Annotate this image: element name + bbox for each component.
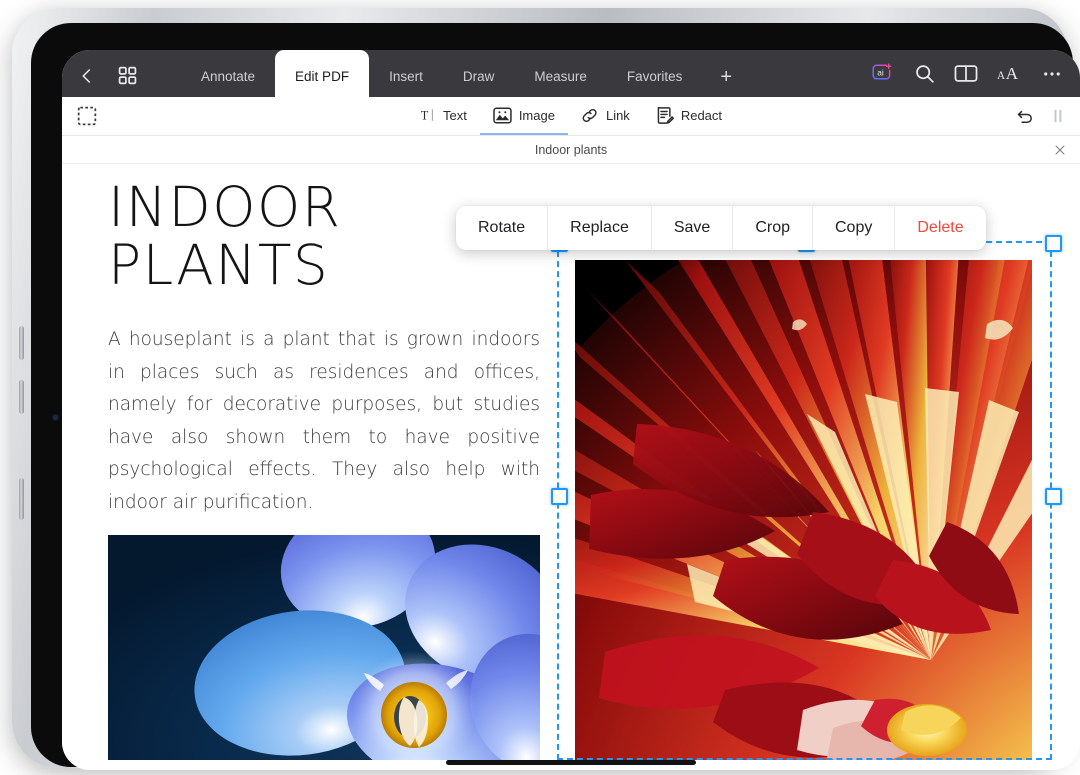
edit-toolbar-right [1016, 108, 1080, 125]
resize-handle-middle-left[interactable] [551, 488, 568, 505]
marquee-select-icon[interactable] [77, 106, 97, 126]
link-tool-icon [582, 108, 597, 122]
tool-label: Link [605, 107, 630, 123]
undo-button[interactable] [1016, 108, 1035, 125]
redo-icon [1054, 109, 1062, 123]
back-button[interactable] [78, 67, 96, 85]
tool-label: Redact [680, 107, 723, 123]
tab-label: Favorites [626, 69, 683, 84]
menu-label: Replace [570, 219, 629, 236]
document-title-bar: Indoor plants [62, 136, 1080, 164]
volume-up-button[interactable] [19, 326, 24, 360]
reading-mode-icon [954, 65, 978, 82]
resize-handle-middle-right[interactable] [1045, 488, 1062, 505]
context-menu-rotate[interactable]: Rotate [456, 206, 549, 250]
tab-label: Edit PDF [295, 69, 350, 84]
top-tab-bar: Annotate Edit PDF Insert Draw Measure Fa… [62, 50, 1080, 97]
red-dahlia-artwork [575, 260, 1032, 760]
edit-toolbar: T Text Image Link Redact [62, 97, 1080, 136]
pdf-page-canvas[interactable]: INDOOR PLANTS A houseplant is a plant th… [62, 164, 1080, 770]
tool-image[interactable]: Image [479, 97, 568, 135]
tool-link[interactable]: Link [568, 97, 643, 135]
redo-button[interactable] [1053, 108, 1064, 124]
tool-label: Text [442, 107, 467, 123]
add-tab-button[interactable]: + [702, 50, 750, 97]
svg-text:ai: ai [877, 67, 884, 77]
menu-label: Delete [917, 219, 964, 236]
blue-flower-image[interactable] [108, 535, 540, 760]
image-tool-icon [493, 106, 512, 124]
tab-measure[interactable]: Measure [514, 50, 607, 97]
tool-text[interactable]: T Text [407, 97, 480, 135]
undo-icon [1017, 110, 1032, 123]
ai-assistant-icon: ai [872, 63, 892, 80]
tabbar-actions: ai A A [870, 62, 1080, 97]
svg-text:T: T [421, 108, 429, 122]
red-dahlia-image[interactable] [575, 260, 1032, 760]
chevron-left-icon [82, 68, 91, 83]
tab-label: Annotate [201, 69, 256, 84]
tab-favorites[interactable]: Favorites [607, 50, 703, 97]
ipad-device-frame: Annotate Edit PDF Insert Draw Measure Fa… [12, 8, 1080, 770]
tool-redact[interactable]: Redact [643, 97, 735, 135]
power-button[interactable] [19, 478, 24, 520]
menu-label: Crop [755, 219, 790, 236]
close-icon[interactable] [1054, 144, 1066, 156]
more-options-icon [1044, 71, 1060, 76]
context-menu-delete[interactable]: Delete [895, 206, 985, 250]
front-camera-icon [53, 415, 58, 420]
search-icon [916, 65, 934, 83]
menu-label: Rotate [478, 219, 526, 236]
home-indicator[interactable] [446, 760, 696, 765]
blue-flower-artwork [108, 535, 540, 760]
tab-label: Insert [389, 69, 423, 84]
image-context-menu: Rotate Replace Save Crop Copy Delete [456, 206, 986, 250]
more-options-button[interactable] [1042, 64, 1062, 84]
tab-draw[interactable]: Draw [443, 50, 515, 97]
red-dahlia-image-content [575, 260, 1032, 760]
tab-edit-pdf[interactable]: Edit PDF [275, 50, 370, 97]
tab-label: Measure [534, 69, 587, 84]
svg-text:A: A [997, 70, 1006, 82]
tab-list: Annotate Edit PDF Insert Draw Measure Fa… [181, 50, 750, 97]
page-body-text: A houseplant is a plant that is grown in… [108, 329, 540, 513]
tool-label: Image [518, 107, 555, 123]
tab-annotate[interactable]: Annotate [181, 50, 275, 97]
reading-mode-button[interactable] [954, 63, 978, 84]
text-tool-icon: T [421, 108, 433, 122]
add-tab-label: + [720, 66, 733, 88]
text-size-button[interactable]: A A [997, 64, 1023, 84]
svg-text:A: A [1006, 64, 1019, 83]
menu-label: Copy [835, 219, 873, 236]
tab-insert[interactable]: Insert [369, 50, 443, 97]
context-menu-save[interactable]: Save [652, 206, 734, 250]
device-bezel: Annotate Edit PDF Insert Draw Measure Fa… [31, 23, 1080, 770]
document-title: Indoor plants [534, 142, 608, 157]
screen: Annotate Edit PDF Insert Draw Measure Fa… [62, 50, 1080, 770]
context-menu-copy[interactable]: Copy [813, 206, 896, 250]
resize-handle-top-right[interactable] [1045, 235, 1062, 252]
redact-tool-icon [657, 106, 674, 124]
grid-thumbnails-icon [118, 66, 137, 85]
volume-down-button[interactable] [19, 380, 24, 414]
search-button[interactable] [914, 63, 935, 84]
text-size-icon: A A [997, 64, 1019, 83]
selection-edge-right [1050, 241, 1052, 760]
context-menu-replace[interactable]: Replace [548, 206, 652, 250]
menu-label: Save [673, 219, 711, 236]
edit-tool-group: T Text Image Link Redact [407, 97, 735, 135]
context-menu-crop[interactable]: Crop [733, 206, 813, 250]
tab-label: Draw [462, 69, 495, 84]
ai-assistant-button[interactable]: ai [870, 62, 895, 85]
selection-edge-left [557, 241, 559, 760]
thumbnails-button[interactable] [118, 66, 137, 85]
